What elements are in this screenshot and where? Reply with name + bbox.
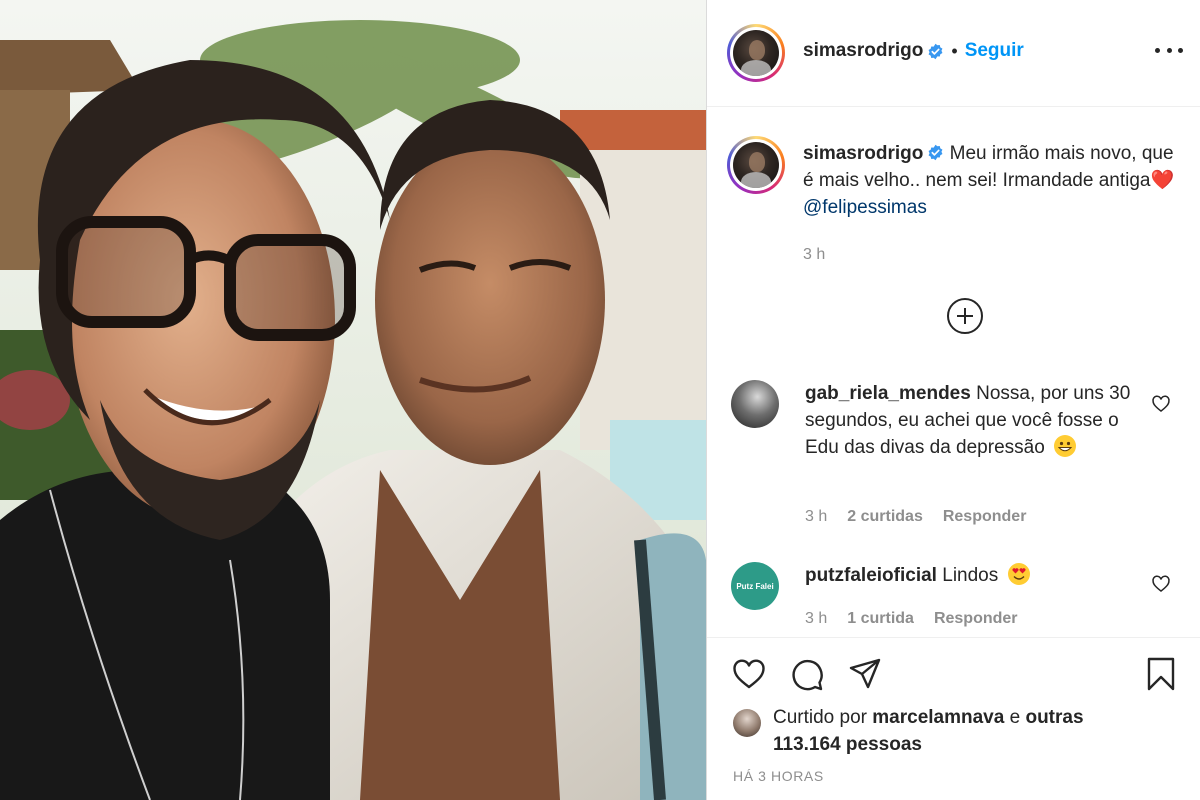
heart-eyes-face-emoji [1007,563,1030,585]
caption-text: simasrodrigo Meu irmão mais novo, que é … [803,140,1183,268]
comment-reply-button[interactable]: Responder [943,508,1027,526]
verified-badge-icon [928,43,943,59]
comment-avatar-logo-text: Putz Falei [736,581,774,591]
post-header: simasrodrigo • Seguir [707,0,1200,107]
comment-meta: 3 h 2 curtidas Responder [805,508,1026,526]
comment-likes-count[interactable]: 2 curtidas [847,508,923,526]
author-username[interactable]: simasrodrigo [803,40,923,62]
liked-by-prefix: Curtido por [773,707,867,728]
load-more-comments-icon[interactable] [947,298,983,334]
comment-bubble-icon[interactable] [789,656,825,692]
comment-text: putzfaleioficial Lindos [805,562,1155,589]
comment-meta: 3 h 1 curtida Responder [805,610,1018,628]
comment-time[interactable]: 3 h [805,508,827,526]
post-actions-bar: Curtido por marcelamnava e outras 113.16… [707,637,1200,800]
caption-time[interactable]: 3 h [803,241,1183,268]
save-bookmark-icon[interactable] [1143,656,1179,692]
comment-like-heart-icon[interactable] [1151,574,1171,594]
comment-username[interactable]: gab_riela_mendes [805,383,971,404]
comment-avatar[interactable] [731,380,779,428]
red-heart-emoji: ❤️ [1150,170,1175,191]
post-photo[interactable] [0,0,706,800]
liked-by-username[interactable]: marcelamnava [872,707,1004,728]
post-timestamp[interactable]: HÁ 3 HORAS [733,768,824,784]
comment-username[interactable]: putzfaleioficial [805,565,937,586]
comment-reply-button[interactable]: Responder [934,610,1018,628]
caption-mention-link[interactable]: @felipessimas [803,197,927,218]
follow-button[interactable]: Seguir [965,40,1024,62]
like-heart-icon[interactable] [731,656,767,692]
liked-by-text: Curtido por marcelamnava e outras 113.16… [773,704,1093,758]
instagram-post: simasrodrigo • Seguir simasrodrigo Meu i… [0,0,1200,800]
author-avatar[interactable] [727,24,785,82]
grinning-face-emoji [1054,435,1077,457]
selfie-image [0,0,706,800]
liked-by-connector: e [1009,707,1021,728]
header-separator: • [951,40,958,61]
comment-time[interactable]: 3 h [805,610,827,628]
author-row: simasrodrigo • Seguir [803,40,1024,62]
caption-author-avatar[interactable] [727,136,785,194]
share-paper-plane-icon[interactable] [847,656,883,692]
comment-like-heart-icon[interactable] [1151,394,1171,414]
author-avatar-image [733,30,779,76]
liked-by-avatar[interactable] [733,709,761,737]
post-side-panel: simasrodrigo • Seguir simasrodrigo Meu i… [706,0,1200,800]
comment-body: Lindos [942,565,999,586]
verified-badge-icon [928,144,943,161]
liked-by-row: Curtido por marcelamnava e outras 113.16… [733,707,1093,758]
comment-avatar[interactable]: Putz Falei [731,562,779,610]
caption-username[interactable]: simasrodrigo [803,143,923,164]
comment-text: gab_riela_mendes Nossa, por uns 30 segun… [805,380,1155,461]
caption-author-avatar-image [733,142,779,188]
more-options-icon[interactable] [1155,40,1183,60]
comment-likes-count[interactable]: 1 curtida [847,610,914,628]
